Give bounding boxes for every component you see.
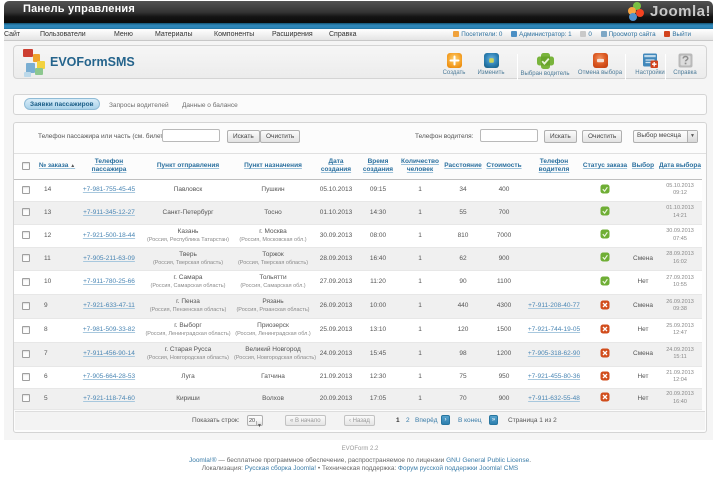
svg-text:Joomla!: Joomla! — [650, 3, 711, 20]
